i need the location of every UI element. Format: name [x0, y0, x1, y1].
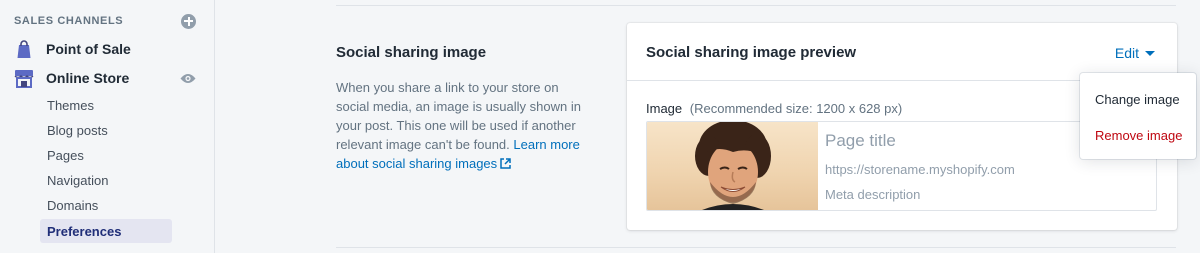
shopping-bag-icon	[14, 39, 34, 59]
edit-button[interactable]: Edit	[1115, 45, 1155, 61]
sidebar-item-label: Online Store	[46, 70, 130, 86]
image-size-hint: (Recommended size: 1200 x 628 px)	[689, 101, 903, 116]
sidebar-item-label: Navigation	[47, 172, 109, 188]
sidebar-item-themes[interactable]: Themes	[40, 93, 172, 117]
sidebar-item-pages[interactable]: Pages	[40, 143, 172, 167]
sales-channels-header: SALES CHANNELS	[14, 13, 196, 29]
sidebar-item-label: Blog posts	[47, 122, 108, 138]
remove-image-menu-item[interactable]: Remove image	[1095, 128, 1182, 143]
section-title: SALES CHANNELS	[14, 15, 124, 27]
preview-image	[647, 122, 818, 210]
edit-button-label: Edit	[1114, 45, 1139, 61]
storefront-icon	[14, 68, 34, 88]
sidebar-item-domains[interactable]: Domains	[40, 193, 172, 217]
change-image-menu-item[interactable]: Change image	[1095, 92, 1180, 107]
sidebar-item-label: Domains	[47, 197, 99, 213]
section-divider	[336, 247, 1176, 248]
sidebar-item-label: Themes	[47, 97, 94, 113]
sidebar-item-point-of-sale[interactable]: Point of Sale	[14, 37, 196, 61]
sidebar-item-label: Pages	[47, 147, 84, 163]
caret-down-icon	[1145, 51, 1155, 56]
external-link-icon	[500, 155, 511, 174]
sidebar-item-online-store[interactable]: Online Store	[14, 66, 196, 90]
edit-popover-menu: Change image Remove image	[1080, 73, 1196, 159]
preview-url: https://storename.myshopify.com	[825, 162, 1015, 177]
image-field-label: Image (Recommended size: 1200 x 628 px)	[646, 101, 902, 116]
sidebar-item-label: Preferences	[47, 223, 122, 239]
section-divider	[336, 5, 1176, 6]
image-label: Image	[646, 101, 683, 116]
preview-page-title: Page title	[825, 131, 896, 150]
card-title: Social sharing image preview	[646, 44, 857, 61]
sidebar-item-preferences[interactable]: Preferences	[40, 219, 172, 243]
add-channel-icon[interactable]	[181, 13, 196, 29]
section-title-social-sharing: Social sharing image	[336, 44, 487, 61]
sidebar-item-label: Point of Sale	[46, 41, 131, 57]
sidebar-item-blog-posts[interactable]: Blog posts	[40, 118, 172, 142]
section-description: When you share a link to your store on s…	[336, 78, 588, 174]
sidebar-item-navigation[interactable]: Navigation	[40, 168, 172, 192]
sidebar: SALES CHANNELS Point of Sale Online Stor…	[0, 0, 215, 253]
eye-icon[interactable]	[180, 73, 196, 84]
preview-meta-description: Meta description	[825, 187, 921, 202]
